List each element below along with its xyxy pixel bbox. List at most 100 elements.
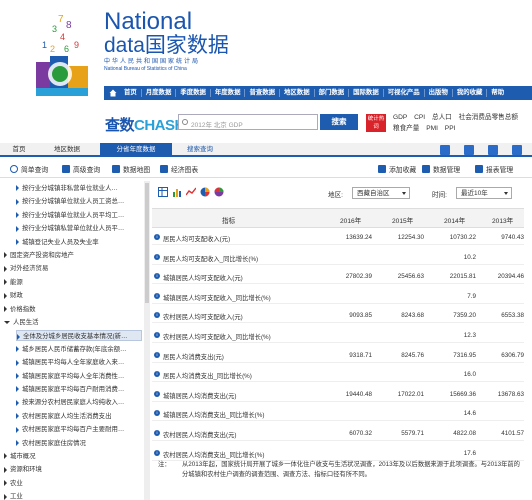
nav-annual[interactable]: 年度数据 bbox=[211, 89, 246, 97]
info-icon[interactable]: i bbox=[154, 410, 160, 417]
sidebar-item[interactable]: 财政 bbox=[4, 290, 142, 301]
pie-chart-icon[interactable] bbox=[200, 187, 210, 197]
info-icon[interactable]: i bbox=[154, 253, 160, 260]
nav-monthly[interactable]: 月度数据 bbox=[142, 89, 177, 97]
caret-right-icon[interactable] bbox=[4, 292, 7, 299]
add-favorite-button[interactable]: 添加收藏 bbox=[378, 164, 416, 174]
caret-right-icon[interactable] bbox=[4, 279, 7, 286]
info-icon[interactable]: i bbox=[154, 449, 160, 456]
sidebar-item[interactable]: 按行业分城镇非私营单位就业人… bbox=[16, 183, 142, 194]
tab-home[interactable]: 首页 bbox=[0, 143, 38, 157]
hot-link[interactable]: PMI bbox=[426, 125, 438, 132]
color-wheel-icon[interactable] bbox=[214, 187, 224, 197]
sidebar-item[interactable]: 工业 bbox=[4, 491, 142, 500]
sidebar-item[interactable]: 农村居民家庭人均生活消费支出 bbox=[16, 411, 142, 422]
sidebar-item[interactable]: 城镇居民家庭平均每百户耐用消费… bbox=[16, 384, 142, 395]
sidebar-item[interactable]: 农村居民家庭平均每百户主要耐用… bbox=[16, 424, 142, 435]
sidebar-item[interactable]: 资源和环境 bbox=[4, 464, 142, 475]
caret-right-icon[interactable] bbox=[16, 413, 19, 420]
caret-right-icon[interactable] bbox=[16, 439, 19, 446]
nav-regional[interactable]: 地区数据 bbox=[280, 89, 315, 97]
data-manage-button[interactable]: 数据管理 bbox=[422, 164, 460, 174]
line-chart-icon[interactable] bbox=[186, 187, 196, 197]
sidebar-item[interactable]: 按行业分城镇私营单位就业人员平… bbox=[16, 223, 142, 234]
caret-right-icon[interactable] bbox=[4, 453, 7, 460]
nav-visualization[interactable]: 可视化产品 bbox=[384, 89, 425, 97]
search-input[interactable]: 2012年 北京 GDP bbox=[178, 114, 318, 130]
caret-right-icon[interactable] bbox=[4, 466, 7, 473]
hot-link[interactable]: PPI bbox=[445, 125, 456, 132]
caret-right-icon[interactable] bbox=[16, 212, 19, 219]
sidebar-item[interactable]: 按来源分农村居民家庭人均纯收入… bbox=[16, 397, 142, 408]
hot-link[interactable]: GDP bbox=[393, 114, 407, 121]
simple-query-button[interactable]: 简单查询 bbox=[10, 164, 48, 174]
caret-right-icon[interactable] bbox=[16, 238, 19, 245]
caret-right-icon[interactable] bbox=[17, 333, 20, 340]
info-icon[interactable]: i bbox=[154, 273, 160, 280]
caret-right-icon[interactable] bbox=[16, 225, 19, 232]
nav-help[interactable]: 帮助 bbox=[487, 89, 508, 97]
sidebar-item[interactable]: 城镇居民家庭平均每人全年消费性… bbox=[16, 371, 142, 382]
table-view-icon[interactable] bbox=[158, 187, 168, 197]
search-button[interactable]: 搜索 bbox=[320, 114, 358, 130]
info-icon[interactable]: i bbox=[154, 371, 160, 378]
sidebar-item[interactable]: 城市概况 bbox=[4, 451, 142, 462]
header-2016[interactable]: 2016年 bbox=[340, 215, 361, 225]
info-icon[interactable]: i bbox=[154, 234, 160, 240]
hot-link[interactable]: 总人口 bbox=[432, 114, 452, 121]
sidebar-item[interactable]: 对外经济贸易 bbox=[4, 263, 142, 274]
caret-right-icon[interactable] bbox=[4, 265, 7, 272]
sidebar-item[interactable]: 城镇居民平均每人全年家庭收入来… bbox=[16, 357, 142, 368]
scrollbar-thumb[interactable] bbox=[145, 183, 149, 303]
fullscreen-icon[interactable] bbox=[488, 145, 498, 155]
sidebar-scrollbar[interactable] bbox=[144, 181, 150, 500]
header-2014[interactable]: 2014年 bbox=[444, 215, 465, 225]
caret-down-icon[interactable] bbox=[4, 320, 10, 324]
info-icon[interactable]: i bbox=[154, 430, 160, 436]
hot-link[interactable]: 粮食产量 bbox=[393, 125, 419, 132]
sidebar-item[interactable]: 农业 bbox=[4, 478, 142, 489]
header-indicator[interactable]: 指标 bbox=[222, 215, 235, 225]
info-icon[interactable]: i bbox=[154, 292, 160, 299]
sidebar-item[interactable]: 能源 bbox=[4, 277, 142, 288]
sidebar-item[interactable]: 按行业分城镇单位就业人员工资总… bbox=[16, 196, 142, 207]
nav-international[interactable]: 国际数据 bbox=[349, 89, 384, 97]
nav-quarterly[interactable]: 季度数据 bbox=[176, 89, 211, 97]
caret-right-icon[interactable] bbox=[16, 426, 19, 433]
nav-census[interactable]: 普查数据 bbox=[245, 89, 281, 97]
caret-right-icon[interactable] bbox=[4, 252, 7, 259]
sidebar-item[interactable]: 农村居民家庭住房情况 bbox=[16, 438, 142, 449]
download-icon[interactable] bbox=[440, 145, 450, 155]
nav-home[interactable]: 首页 bbox=[120, 89, 142, 97]
sidebar-item[interactable]: 固定资产投资和房地产 bbox=[4, 250, 142, 261]
info-icon[interactable]: i bbox=[154, 332, 160, 338]
economic-chart-button[interactable]: 经济图表 bbox=[160, 164, 198, 174]
sidebar-item[interactable]: 城乡居民人民币储蓄存款(年底余额… bbox=[16, 344, 142, 355]
data-map-button[interactable]: 数据地图 bbox=[112, 164, 150, 174]
report-manage-button[interactable]: 报表管理 bbox=[475, 164, 513, 174]
nav-favorites[interactable]: 我的收藏 bbox=[453, 89, 488, 97]
bar-chart-icon[interactable] bbox=[172, 187, 182, 197]
caret-right-icon[interactable] bbox=[16, 359, 19, 366]
sidebar-item[interactable]: 人民生活 bbox=[4, 317, 142, 328]
tab-regional-data[interactable]: 地区数据 bbox=[38, 143, 96, 157]
caret-right-icon[interactable] bbox=[16, 198, 19, 205]
sidebar-item[interactable]: 城镇登记失业人员及失业率 bbox=[16, 237, 142, 248]
home-icon[interactable] bbox=[108, 88, 118, 98]
caret-right-icon[interactable] bbox=[16, 399, 19, 406]
caret-right-icon[interactable] bbox=[16, 372, 19, 379]
header-2013[interactable]: 2013年 bbox=[492, 215, 513, 225]
time-select[interactable]: 最近10年 bbox=[456, 187, 512, 199]
nav-publications[interactable]: 出版物 bbox=[425, 89, 453, 97]
share-icon[interactable] bbox=[512, 145, 522, 155]
sidebar-item[interactable]: 价格指数 bbox=[4, 304, 142, 315]
tab-search-query[interactable]: 搜索查询 bbox=[175, 143, 225, 157]
sidebar-item[interactable]: 按行业分城镇单位就业人员平均工… bbox=[16, 210, 142, 221]
info-icon[interactable]: i bbox=[154, 312, 160, 319]
nav-department[interactable]: 部门数据 bbox=[315, 89, 350, 97]
advanced-query-button[interactable]: 高级查询 bbox=[62, 164, 100, 174]
caret-right-icon[interactable] bbox=[4, 480, 7, 487]
caret-right-icon[interactable] bbox=[16, 185, 19, 192]
header-2015[interactable]: 2015年 bbox=[392, 215, 413, 225]
hot-link[interactable]: 社会消费品零售总额 bbox=[459, 114, 518, 121]
